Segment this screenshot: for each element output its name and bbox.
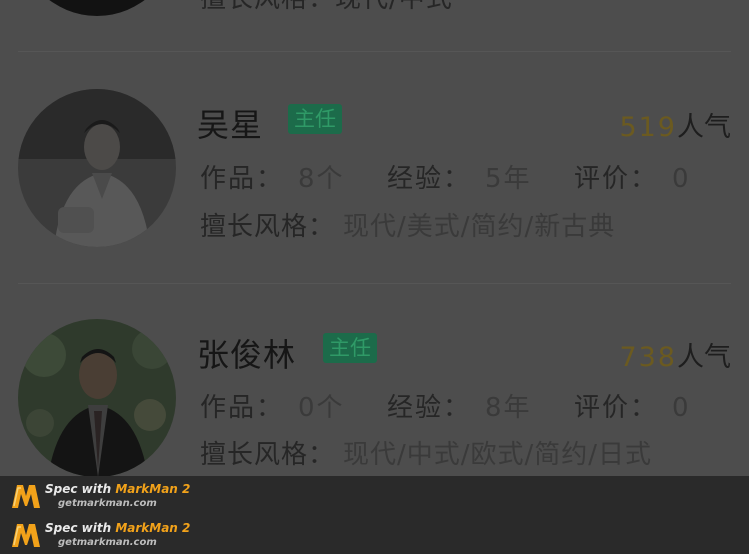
- experience-value: 5年: [485, 164, 532, 194]
- markman-logo-icon: [12, 485, 40, 508]
- works-label: 作品：: [200, 393, 285, 423]
- designer-style: 擅长风格： 现代/中式/欧式/简约/日式: [200, 434, 652, 471]
- works-stat: 作品： 0个: [200, 387, 345, 424]
- style-label: 擅长风格：: [200, 440, 336, 470]
- watermark-url: getmarkman.com: [58, 537, 157, 548]
- works-label: 作品：: [200, 164, 285, 194]
- avatar[interactable]: [18, 319, 176, 476]
- works-value: 0个: [298, 393, 345, 423]
- experience-stat: 经验： 5年: [387, 158, 532, 195]
- watermark-prefix: Spec with: [45, 521, 116, 535]
- experience-label: 经验：: [387, 393, 472, 423]
- popularity: 519人气: [619, 105, 731, 144]
- rating-value: 0: [672, 164, 691, 194]
- watermark-bar: Spec with MarkMan 2 getmarkman.com: [0, 476, 749, 515]
- watermark-brand: MarkMan 2: [115, 482, 191, 496]
- rating-stat: 评价： 0: [574, 387, 691, 424]
- watermark-url: getmarkman.com: [58, 498, 157, 509]
- title-badge: 主任: [288, 104, 342, 134]
- watermark-title: Spec with MarkMan 2: [45, 482, 190, 496]
- popularity-unit: 人气: [677, 112, 731, 143]
- experience-value: 8年: [485, 393, 532, 423]
- divider: [18, 51, 731, 52]
- markman-watermark: Spec with MarkMan 2 getmarkman.com: [10, 478, 210, 514]
- avatar[interactable]: [18, 89, 176, 247]
- markman-watermark: Spec with MarkMan 2 getmarkman.com: [10, 517, 210, 553]
- designer-name: 吴星: [197, 106, 264, 144]
- watermark-title: Spec with MarkMan 2: [45, 521, 190, 535]
- rating-label: 评价：: [574, 164, 659, 194]
- popularity-count: 738: [619, 342, 677, 373]
- title-badge: 主任: [323, 333, 377, 363]
- watermark-prefix: Spec with: [45, 482, 116, 496]
- works-stat: 作品： 8个: [200, 158, 345, 195]
- rating-value: 0: [672, 393, 691, 423]
- designer-style: 擅长风格： 现代/美式/简约/新古典: [200, 206, 615, 243]
- experience-label: 经验：: [387, 164, 472, 194]
- watermark-bar: Spec with MarkMan 2 getmarkman.com: [0, 515, 749, 554]
- designer-style-partial: 擅长风格：现代/中式: [200, 0, 453, 15]
- markman-logo-icon: [12, 524, 40, 547]
- divider: [18, 283, 731, 284]
- designer-name: 张俊林: [197, 336, 297, 374]
- watermark-brand: MarkMan 2: [115, 521, 191, 535]
- avatar[interactable]: [18, 0, 176, 16]
- popularity-unit: 人气: [677, 342, 731, 373]
- style-value: 现代/美式/简约/新古典: [343, 212, 616, 242]
- popularity: 738人气: [619, 335, 731, 374]
- rating-stat: 评价： 0: [574, 158, 691, 195]
- style-label: 擅长风格：: [200, 212, 336, 242]
- style-value: 现代/中式/欧式/简约/日式: [343, 440, 653, 470]
- popularity-count: 519: [619, 112, 677, 143]
- designer-list: 擅长风格：现代/中式 吴星 主任 519人气 作品：8个 经验：5年 评: [0, 0, 749, 476]
- rating-label: 评价：: [574, 393, 659, 423]
- works-value: 8个: [298, 164, 345, 194]
- experience-stat: 经验： 8年: [387, 387, 532, 424]
